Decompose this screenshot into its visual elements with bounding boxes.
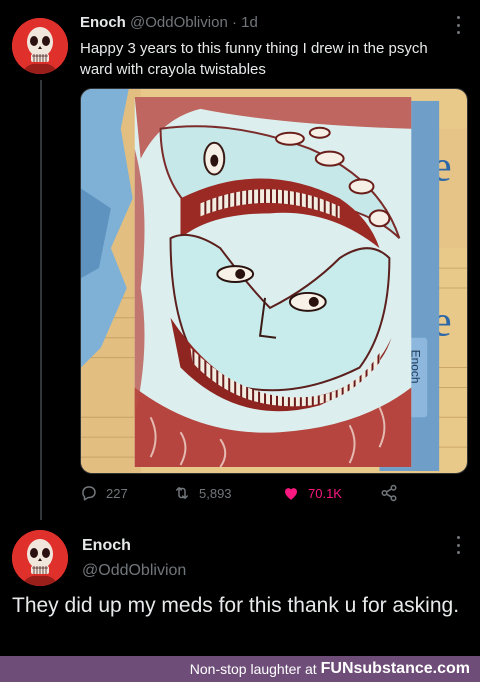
watermark-text: Non-stop laughter at	[189, 661, 317, 677]
reply-button[interactable]: 227	[80, 484, 128, 502]
tweet-header: Enoch @OddOblivion · 1d	[80, 14, 258, 31]
watermark-brand: FUNsubstance.com	[320, 660, 470, 677]
more-icon[interactable]	[455, 16, 461, 34]
watermark-bar: Non-stop laughter at FUNsubstance.com	[0, 656, 480, 682]
reply-avatar[interactable]	[12, 530, 68, 586]
retweet-count: 5,893	[199, 485, 232, 501]
thread-line	[40, 80, 42, 520]
separator: ·	[231, 14, 237, 31]
more-icon[interactable]	[455, 536, 461, 554]
reply-author-handle[interactable]: @OddOblivion	[82, 562, 186, 580]
share-icon	[381, 484, 397, 502]
reply-text: They did up my meds for this thank u for…	[12, 594, 460, 617]
reply-icon	[82, 486, 96, 501]
like-button[interactable]: 70.1K	[282, 484, 342, 502]
like-count: 70.1K	[308, 485, 342, 501]
reply-count: 227	[106, 485, 128, 501]
avatar[interactable]	[12, 18, 68, 74]
tweet-image[interactable]: se se	[80, 88, 468, 474]
tweet-text: Happy 3 years to this funny thing I drew…	[80, 40, 428, 78]
author-name[interactable]: Enoch	[80, 14, 126, 31]
heart-icon	[285, 488, 297, 500]
timestamp[interactable]: 1d	[241, 14, 258, 31]
reply-author-name[interactable]: Enoch	[82, 537, 131, 554]
retweet-icon	[176, 487, 188, 499]
author-handle[interactable]: @OddOblivion	[130, 14, 228, 31]
share-button[interactable]	[380, 484, 398, 502]
retweet-button[interactable]: 5,893	[173, 484, 232, 502]
reply-header: Enoch	[82, 537, 131, 555]
tweet-actions: 227 5,893 70.1K	[80, 484, 420, 506]
tweet[interactable]: Enoch @OddOblivion · 1d Happy 3 years to…	[0, 0, 480, 520]
signature: Enoch	[408, 350, 422, 384]
